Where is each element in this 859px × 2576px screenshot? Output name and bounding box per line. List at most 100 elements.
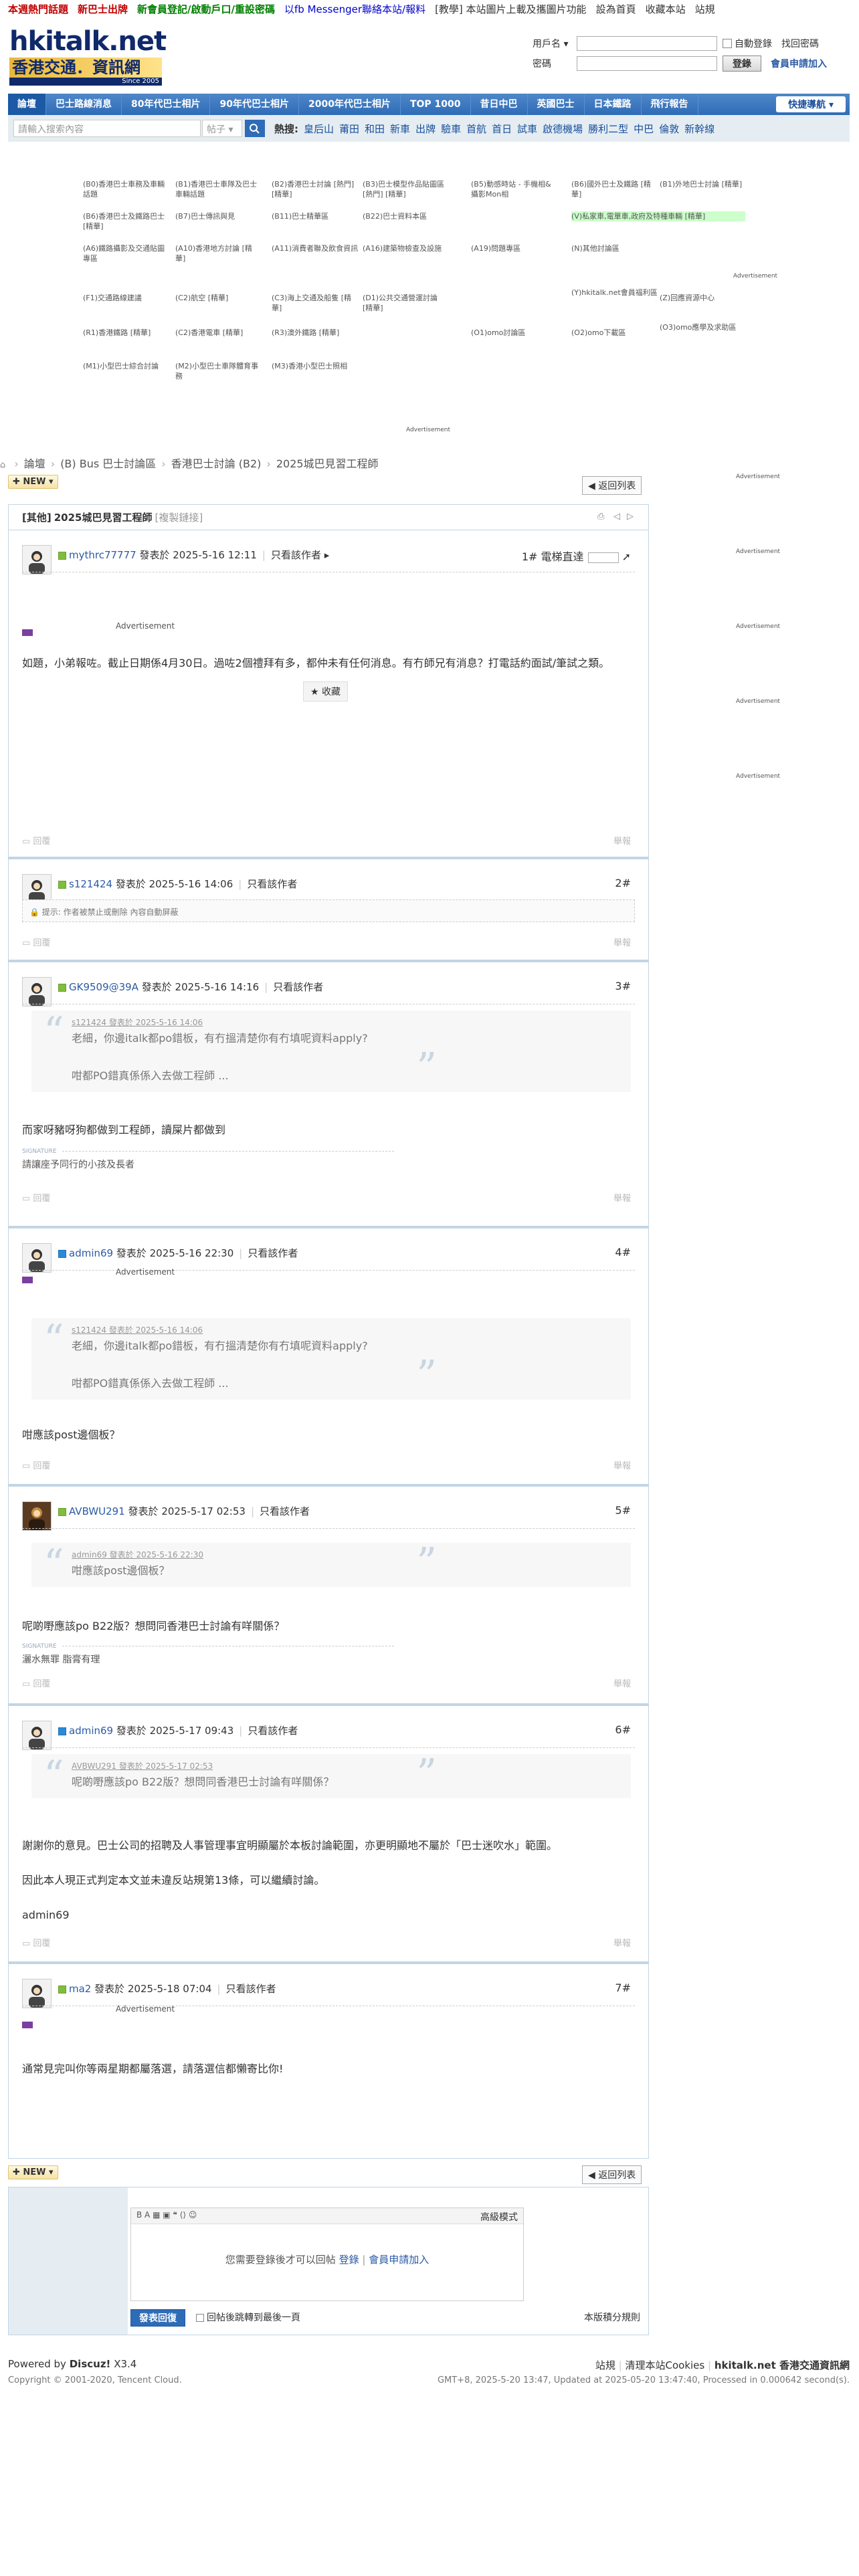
only-author-link[interactable]: 只看該作者 bbox=[248, 1247, 298, 1259]
forum-link[interactable]: (B3)巴士模型作品貼圖區 [熱門] [精華] bbox=[363, 179, 450, 199]
breadcrumb-item[interactable]: 2025城巴見習工程師 bbox=[276, 457, 379, 470]
breadcrumb-item[interactable]: 香港巴士討論 (B2) bbox=[171, 457, 262, 470]
post-author[interactable]: GK9509@39A bbox=[69, 981, 138, 993]
report-link[interactable]: 舉報 bbox=[613, 936, 631, 948]
next-thread-icon[interactable]: ▷ bbox=[627, 512, 634, 522]
copy-link[interactable]: [複製鏈接] bbox=[155, 510, 203, 524]
hot-search-link[interactable]: 出牌 bbox=[415, 123, 436, 135]
forum-link[interactable]: (R1)香港鐵路 [精華] bbox=[83, 328, 170, 338]
post-author[interactable]: admin69 bbox=[69, 1725, 113, 1737]
quote-header[interactable]: s121424 發表於 2025-5-16 14:06 bbox=[72, 1323, 631, 1337]
post-author[interactable]: ma2 bbox=[69, 1983, 91, 1995]
hot-search-link[interactable]: 首日 bbox=[492, 123, 512, 135]
forum-link[interactable]: (V)私家車,電單車,政府及特種車輛 [精華] bbox=[571, 211, 745, 221]
forum-link[interactable]: (M2)小型巴士車隊體育事務 bbox=[175, 361, 262, 381]
avatar[interactable] bbox=[22, 977, 52, 1006]
forum-link[interactable]: (B7)巴士傳訊與見 bbox=[175, 211, 262, 221]
hot-search-link[interactable]: 皇后山 bbox=[304, 123, 334, 135]
floor-number[interactable]: 2# bbox=[615, 877, 631, 889]
new-thread-button[interactable]: ✚ NEW ▾ bbox=[8, 475, 58, 489]
top-link[interactable]: 本週熱門話題 bbox=[8, 3, 68, 15]
only-author-link[interactable]: 只看該作者 bbox=[247, 878, 297, 890]
top-link[interactable]: [教學] 本站圖片上載及攜圖片功能 bbox=[435, 3, 586, 15]
reply-link[interactable]: ▭ 回覆 bbox=[22, 1936, 50, 1949]
forum-link[interactable]: (F1)交通路線建議 bbox=[83, 293, 170, 303]
report-link[interactable]: 舉報 bbox=[613, 834, 631, 847]
nav-item[interactable]: 飛行報告 bbox=[642, 94, 698, 115]
site-logo[interactable]: hkitalk.net 香港交通．資訊網 Since 2005 bbox=[9, 27, 167, 86]
breadcrumb-item[interactable]: 論壇 bbox=[24, 457, 45, 470]
reply-link[interactable]: ▭ 回覆 bbox=[22, 1677, 50, 1689]
forum-link[interactable]: (A16)建築物檢查及設施 bbox=[363, 243, 450, 253]
hot-search-link[interactable]: 新幹線 bbox=[684, 123, 714, 135]
top-link[interactable]: 收藏本站 bbox=[646, 3, 686, 15]
forum-link[interactable]: (B5)動感時站 - 手機相&攝影Mon相 bbox=[471, 179, 558, 199]
forum-link[interactable]: (A6)鐵路攝影及交通貼圖專區 bbox=[83, 243, 170, 263]
forum-link[interactable]: (C2)香港電車 [精華] bbox=[175, 328, 262, 338]
floor-number[interactable]: 7# bbox=[615, 1981, 631, 1994]
nav-item[interactable]: 論壇 bbox=[8, 94, 46, 115]
forum-link[interactable]: (O1)omo討論區 bbox=[471, 328, 558, 338]
hot-search-link[interactable]: 啟德機場 bbox=[543, 123, 583, 135]
floor-number[interactable]: 5# bbox=[615, 1504, 631, 1517]
reply-link[interactable]: ▭ 回覆 bbox=[22, 1459, 50, 1471]
new-thread-button-bottom[interactable]: ✚ NEW ▾ bbox=[8, 2165, 58, 2179]
search-button[interactable] bbox=[245, 120, 265, 137]
jump-go-icon[interactable]: ➚ bbox=[619, 550, 631, 563]
forum-link[interactable]: (N)其他討論區 bbox=[571, 243, 658, 253]
nav-item[interactable]: 2000年代巴士相片 bbox=[299, 94, 401, 115]
back-to-list-button-bottom[interactable]: ◀ 返回列表 bbox=[582, 2165, 642, 2184]
avatar[interactable] bbox=[22, 1501, 52, 1531]
forum-link[interactable]: (B22)巴士資料本區 bbox=[363, 211, 450, 221]
hot-search-link[interactable]: 勝利二型 bbox=[588, 123, 628, 135]
nav-item[interactable]: TOP 1000 bbox=[401, 94, 471, 115]
forum-link[interactable]: (B6)國外巴士及鐵路 [精華] bbox=[571, 179, 658, 199]
only-author-link[interactable]: 只看該作者 bbox=[273, 981, 323, 993]
avatar[interactable] bbox=[22, 1721, 52, 1750]
redirect-option[interactable]: 回帖後跳轉到最後一頁 bbox=[196, 2311, 300, 2324]
quote-header[interactable]: AVBWU291 發表於 2025-5-17 02:53 bbox=[72, 1759, 631, 1773]
forum-link[interactable]: (B1)外地巴士討論 [精華] bbox=[660, 179, 747, 189]
advanced-mode-link[interactable]: 高級模式 bbox=[480, 2210, 518, 2224]
breadcrumb-item[interactable]: (B) Bus 巴士討論區 bbox=[60, 457, 156, 470]
search-input[interactable]: 請輸入搜索內容 bbox=[13, 120, 201, 137]
forum-link[interactable]: (M1)小型巴士綜合討論 bbox=[83, 361, 170, 371]
forum-link[interactable]: (Z)回應資源中心 bbox=[660, 293, 747, 303]
post-author[interactable]: mythrc77777 bbox=[69, 549, 136, 561]
login-button[interactable]: 登錄 bbox=[723, 56, 761, 72]
nav-item[interactable]: 英國巴士 bbox=[528, 94, 585, 115]
password-input[interactable] bbox=[577, 56, 717, 71]
forum-link[interactable]: (D1)公共交通營運討論 [精華] bbox=[363, 293, 450, 313]
floor-jump-input[interactable] bbox=[587, 552, 619, 563]
nav-item[interactable]: 80年代巴士相片 bbox=[122, 94, 211, 115]
reply-link[interactable]: ▭ 回覆 bbox=[22, 834, 50, 847]
only-author-link[interactable]: 只看該作者 bbox=[248, 1725, 298, 1737]
forum-link[interactable]: (C2)航空 [精華] bbox=[175, 293, 262, 303]
post-author[interactable]: admin69 bbox=[69, 1247, 113, 1259]
favorite-button[interactable]: ★ 收藏 bbox=[303, 681, 349, 702]
discuz-link[interactable]: Discuz! bbox=[70, 2358, 111, 2370]
top-link[interactable]: 新巴士出牌 bbox=[78, 3, 128, 15]
top-link[interactable]: 以fb Messenger聯絡本站/報料 bbox=[284, 3, 425, 15]
hot-search-link[interactable]: 和田 bbox=[365, 123, 385, 135]
nav-item[interactable]: 昔日中巴 bbox=[471, 94, 528, 115]
register-link[interactable]: 會員申請加入 bbox=[771, 57, 827, 70]
reverse-order-icon[interactable]: ▸ bbox=[321, 549, 330, 561]
footer-rules-link[interactable]: 站規 bbox=[595, 2359, 615, 2371]
hot-search-link[interactable]: 試車 bbox=[517, 123, 537, 135]
username-input[interactable] bbox=[577, 36, 717, 51]
report-link[interactable]: 舉報 bbox=[613, 1936, 631, 1949]
search-type-select[interactable]: 帖子 ▾ bbox=[202, 120, 242, 137]
forum-link[interactable]: (O3)omo應學及求助區 bbox=[660, 322, 747, 332]
forum-link[interactable]: (B0)香港巴士車務及車輛話題 bbox=[83, 179, 170, 199]
rules-link[interactable]: 本版積分規則 bbox=[584, 2311, 640, 2324]
report-link[interactable]: 舉報 bbox=[613, 1677, 631, 1689]
avatar[interactable] bbox=[22, 545, 52, 574]
site-home-link[interactable]: hkitalk.net 香港交通資訊網 bbox=[714, 2359, 850, 2371]
report-link[interactable]: 舉報 bbox=[613, 1459, 631, 1471]
nav-item[interactable]: 90年代巴士相片 bbox=[210, 94, 299, 115]
forum-link[interactable]: (B2)香港巴士討論 [熱門] [精華] bbox=[272, 179, 359, 199]
reply-link[interactable]: ▭ 回覆 bbox=[22, 936, 50, 948]
auto-login-checkbox[interactable] bbox=[723, 39, 732, 48]
forum-link[interactable]: (R3)澳外鐵路 [精華] bbox=[272, 328, 359, 338]
